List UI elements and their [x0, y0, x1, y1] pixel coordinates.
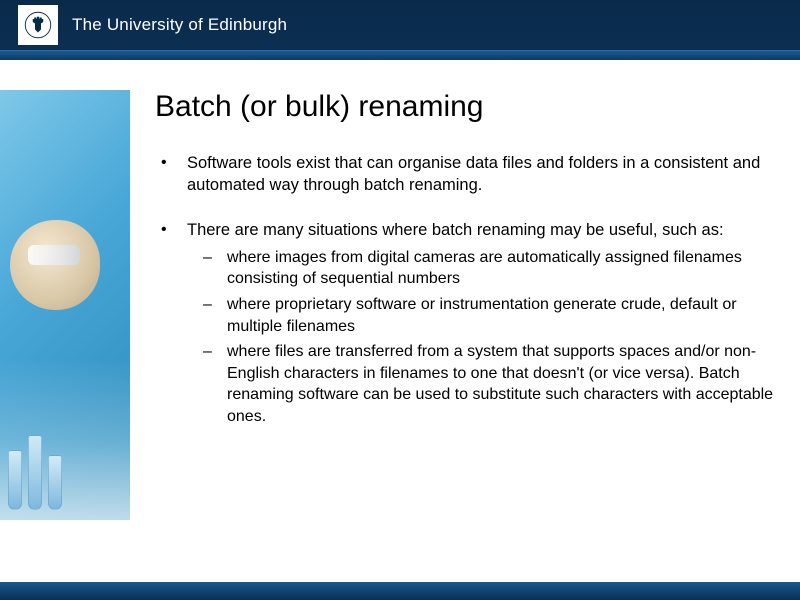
slide-content: Batch (or bulk) renaming Software tools … — [0, 60, 800, 600]
slide-title: Batch (or bulk) renaming — [155, 90, 775, 124]
footer-bar — [0, 582, 800, 600]
university-name: The University of Edinburgh — [72, 15, 287, 35]
side-decorative-image — [0, 90, 130, 520]
sub-bullet-item: where files are transferred from a syste… — [187, 341, 775, 427]
sub-bullet-item: where proprietary software or instrument… — [187, 294, 775, 337]
header-accent-bar — [0, 50, 800, 60]
bullet-text: There are many situations where batch re… — [187, 221, 724, 239]
header-bar: The University of Edinburgh — [0, 0, 800, 50]
bullet-list: Software tools exist that can organise d… — [155, 152, 775, 428]
bullet-item: There are many situations where batch re… — [155, 219, 775, 428]
university-logo — [18, 5, 58, 45]
sub-bullet-item: where images from digital cameras are au… — [187, 247, 775, 290]
bullet-item: Software tools exist that can organise d… — [155, 152, 775, 197]
main-text-area: Batch (or bulk) renaming Software tools … — [155, 90, 775, 450]
crest-icon — [23, 10, 53, 40]
sub-bullet-list: where images from digital cameras are au… — [187, 247, 775, 428]
bullet-text: Software tools exist that can organise d… — [187, 154, 760, 194]
